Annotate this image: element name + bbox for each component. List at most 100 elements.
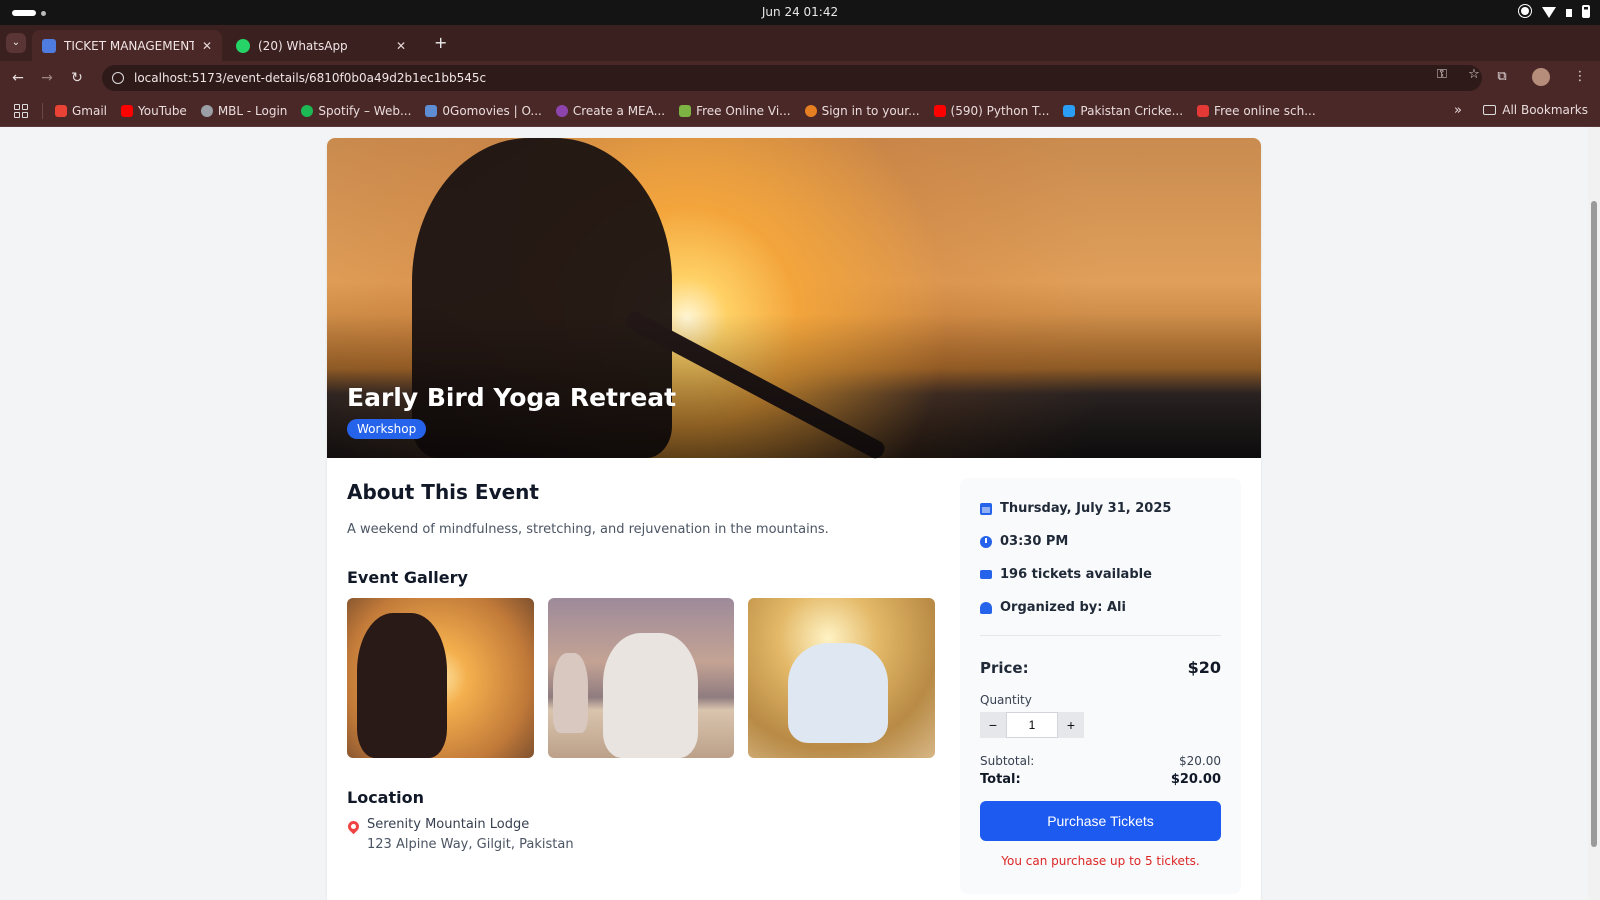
gallery-image[interactable] bbox=[547, 598, 735, 758]
category-badge: Workshop bbox=[347, 419, 427, 439]
bookmark-label: Sign in to your... bbox=[821, 103, 920, 118]
bookmark-label: Free Online Vi... bbox=[696, 103, 791, 118]
event-card: Early Bird Yoga Retreat Workshop About T… bbox=[327, 138, 1261, 900]
calendar-icon bbox=[980, 502, 992, 515]
bookmark-label: Pakistan Cricke... bbox=[1080, 103, 1184, 118]
bookmark-label: Spotify – Web... bbox=[318, 103, 412, 118]
scrollbar-thumb[interactable] bbox=[1591, 201, 1597, 847]
profile-avatar[interactable] bbox=[1532, 68, 1550, 86]
spotify-icon bbox=[301, 104, 314, 117]
booking-panel: Thursday, July 31, 2025 03:30 PM 196 tic… bbox=[960, 478, 1241, 894]
gallery-figure bbox=[357, 613, 447, 758]
forward-button[interactable]: → bbox=[37, 68, 57, 88]
youtube-icon bbox=[121, 104, 134, 117]
event-title: Early Bird Yoga Retreat bbox=[347, 383, 677, 412]
bookmark-python[interactable]: (590) Python T... bbox=[933, 104, 1049, 118]
tab-title: (20) WhatsApp bbox=[258, 38, 348, 53]
price-label: Price: bbox=[980, 659, 1029, 677]
purchase-limit-note: You can purchase up to 5 tickets. bbox=[1001, 854, 1200, 868]
divider bbox=[980, 635, 1221, 636]
mbl-icon bbox=[200, 104, 213, 117]
browser-toolbar: ← → ↻ localhost:5173/event-details/6810f… bbox=[0, 61, 1600, 95]
price-value: $20 bbox=[1187, 658, 1221, 677]
more-bookmarks-chevron-icon[interactable]: » bbox=[1454, 103, 1462, 118]
os-top-bar: Jun 24 01:42 bbox=[0, 0, 1600, 25]
clock-icon bbox=[980, 535, 992, 548]
tab-ticket-management[interactable]: TICKET MANAGEMENT ✕ bbox=[32, 30, 222, 61]
tab-title: TICKET MANAGEMENT bbox=[64, 38, 194, 53]
total-value: $20.00 bbox=[1170, 772, 1221, 787]
bookmark-youtube[interactable]: YouTube bbox=[121, 104, 187, 118]
scheduler-icon bbox=[1197, 104, 1210, 117]
system-tray[interactable] bbox=[1518, 4, 1590, 18]
apps-grid-icon[interactable] bbox=[14, 103, 28, 118]
wifi-icon bbox=[1542, 6, 1556, 18]
back-button[interactable]: ← bbox=[8, 68, 28, 88]
tab-search-button[interactable]: ⌄ bbox=[6, 33, 26, 53]
map-pin-icon bbox=[345, 818, 362, 835]
increase-quantity-button[interactable]: + bbox=[1058, 712, 1084, 738]
bookmark-star-icon[interactable]: ☆ bbox=[1466, 67, 1482, 83]
location-address: 123 Alpine Way, Gilgit, Pakistan bbox=[367, 837, 574, 852]
gallery-image[interactable] bbox=[347, 598, 534, 758]
youtube-icon bbox=[933, 104, 946, 117]
address-bar[interactable]: localhost:5173/event-details/6810f0b0a49… bbox=[102, 65, 1482, 91]
bookmark-label: Gmail bbox=[72, 103, 108, 118]
whatsapp-icon bbox=[236, 38, 250, 53]
bookmark-create-mea[interactable]: Create a MEA... bbox=[555, 103, 666, 118]
page-scrollbar[interactable] bbox=[1588, 127, 1600, 900]
gallery-figure bbox=[788, 643, 889, 743]
ticket-icon bbox=[980, 570, 992, 579]
clock[interactable]: Jun 24 01:42 bbox=[0, 5, 1600, 19]
about-heading: About This Event bbox=[347, 480, 539, 504]
bookmarks-bar: Gmail YouTube MBL - Login Spotify – Web.… bbox=[0, 95, 1600, 127]
bookmark-label: Create a MEA... bbox=[572, 103, 666, 118]
bookmark-label: YouTube bbox=[138, 103, 187, 118]
brightness-icon bbox=[1521, 7, 1529, 15]
tab-whatsapp[interactable]: (20) WhatsApp ✕ bbox=[226, 30, 416, 61]
extensions-icon[interactable]: ⧉ bbox=[1494, 69, 1510, 85]
new-tab-button[interactable]: + bbox=[434, 33, 447, 52]
bookmark-free-online-sch[interactable]: Free online sch... bbox=[1197, 104, 1316, 118]
page-viewport[interactable]: Early Bird Yoga Retreat Workshop About T… bbox=[0, 127, 1600, 900]
bookmark-gomovies[interactable]: 0Gomovies | O... bbox=[425, 103, 542, 118]
organizer: Organized by: Ali bbox=[1000, 600, 1126, 615]
site-favicon-icon bbox=[42, 38, 56, 53]
bookmarks-divider bbox=[42, 102, 43, 119]
subtotal-value: $20.00 bbox=[1179, 754, 1221, 768]
bookmark-spotify[interactable]: Spotify – Web... bbox=[301, 104, 411, 118]
decrease-quantity-button[interactable]: − bbox=[980, 712, 1006, 738]
gmail-icon bbox=[55, 104, 67, 117]
hero-image: Early Bird Yoga Retreat Workshop bbox=[327, 138, 1261, 462]
purchase-tickets-button[interactable]: Purchase Tickets bbox=[980, 801, 1221, 841]
create-mea-icon bbox=[555, 104, 568, 117]
bookmark-mbl[interactable]: MBL - Login bbox=[200, 104, 287, 118]
quantity-input[interactable] bbox=[1006, 712, 1058, 738]
all-bookmarks-button[interactable]: All Bookmarks bbox=[1483, 103, 1588, 117]
password-key-icon[interactable]: ⚿ bbox=[1434, 67, 1450, 83]
menu-kebab-icon[interactable]: ⋮ bbox=[1572, 69, 1588, 85]
all-bookmarks-label: All Bookmarks bbox=[1502, 103, 1588, 117]
bookmark-free-online-video[interactable]: Free Online Vi... bbox=[679, 104, 791, 118]
tickets-row: 196 tickets available bbox=[980, 567, 1152, 582]
close-tab-icon[interactable]: ✕ bbox=[202, 39, 212, 53]
folder-icon bbox=[1483, 105, 1497, 115]
bookmark-pakistan-cricket[interactable]: Pakistan Cricke... bbox=[1063, 104, 1183, 118]
close-tab-icon[interactable]: ✕ bbox=[396, 39, 406, 53]
event-date-row: Thursday, July 31, 2025 bbox=[980, 501, 1171, 516]
location-name: Serenity Mountain Lodge bbox=[367, 817, 530, 832]
reload-button[interactable]: ↻ bbox=[67, 68, 87, 88]
event-description: A weekend of mindfulness, stretching, an… bbox=[347, 522, 829, 537]
tickets-available: 196 tickets available bbox=[1000, 567, 1152, 582]
gallery-image[interactable] bbox=[748, 598, 936, 758]
battery-icon bbox=[1582, 4, 1590, 18]
bookmark-gmail[interactable]: Gmail bbox=[55, 104, 107, 118]
subtotal-label: Subtotal: bbox=[980, 754, 1035, 768]
site-info-icon[interactable] bbox=[112, 72, 124, 84]
gallery-figure bbox=[602, 633, 698, 758]
bookmark-label: 0Gomovies | O... bbox=[442, 103, 542, 118]
url-text[interactable]: localhost:5173/event-details/6810f0b0a49… bbox=[134, 71, 486, 85]
bookmark-label: Free online sch... bbox=[1214, 103, 1316, 118]
bookmark-sign-in[interactable]: Sign in to your... bbox=[804, 103, 920, 118]
location-heading: Location bbox=[347, 788, 424, 807]
